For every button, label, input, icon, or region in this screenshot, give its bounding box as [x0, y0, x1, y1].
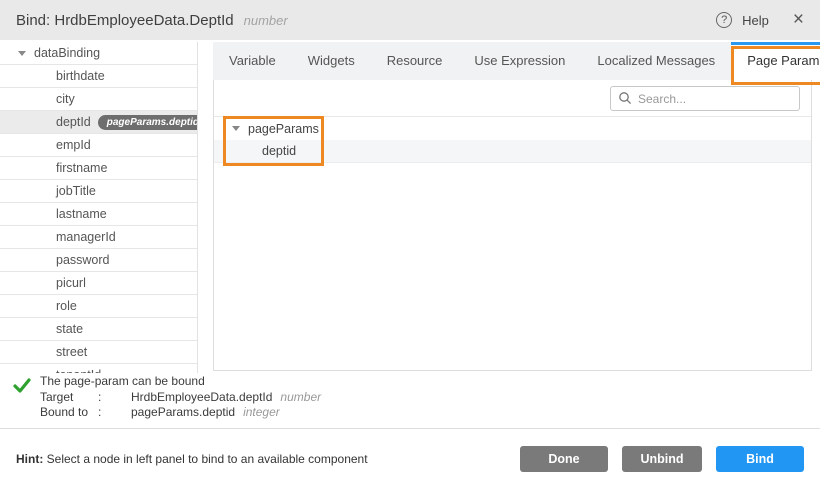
status-target-type: number [280, 390, 321, 404]
tree-item-pageparams[interactable]: pageParams [214, 117, 811, 140]
sidebar-item-street[interactable]: street [0, 341, 197, 364]
page-params-tree: pageParams deptid [214, 117, 811, 163]
status-target-row: Target:HrdbEmployeeData.deptIdnumber [40, 390, 480, 406]
sidebar-item-tenantid[interactable]: tenantId [0, 364, 197, 373]
sidebar-item-city[interactable]: city [0, 88, 197, 111]
bind-dialog: Bind: HrdbEmployeeData.DeptId number ? H… [0, 0, 820, 487]
sidebar-item-lastname[interactable]: lastname [0, 203, 197, 226]
hint-text: Hint: Select a node in left panel to bin… [16, 452, 368, 466]
caret-down-icon[interactable] [18, 51, 26, 56]
active-tab-indicator [731, 42, 820, 45]
status-target-value: HrdbEmployeeData.deptId [131, 390, 272, 404]
tree-item-deptid[interactable]: deptid [214, 140, 811, 163]
sidebar-item-deptid[interactable]: deptId pageParams.deptid [0, 111, 197, 134]
dialog-title: Bind: HrdbEmployeeData.DeptId [16, 12, 234, 29]
status-message: The page-param can be bound [40, 374, 480, 390]
sidebar-item-birthdate[interactable]: birthdate [0, 65, 197, 88]
sidebar-item-managerid[interactable]: managerId [0, 226, 197, 249]
close-icon[interactable]: × [793, 12, 804, 28]
help-button[interactable]: Help [742, 13, 769, 28]
sidebar-item-databinding[interactable]: dataBinding [0, 42, 197, 65]
tab-use-expression[interactable]: Use Expression [458, 42, 581, 80]
dialog-header: Bind: HrdbEmployeeData.DeptId number ? H… [0, 0, 820, 40]
success-check-icon [13, 378, 31, 393]
binding-tree-sidebar: dataBinding birthdate city deptId pagePa… [0, 42, 198, 373]
binding-status: The page-param can be bound Target:HrdbE… [0, 374, 480, 421]
tab-resource[interactable]: Resource [371, 42, 459, 80]
dialog-title-type: number [244, 13, 288, 28]
bound-value-badge: pageParams.deptid [98, 115, 198, 130]
status-boundto-row: Bound to:pageParams.deptidinteger [40, 405, 480, 421]
tab-variable[interactable]: Variable [213, 42, 292, 80]
sidebar-item-firstname[interactable]: firstname [0, 157, 197, 180]
status-boundto-value: pageParams.deptid [131, 405, 235, 419]
sidebar-item-password[interactable]: password [0, 249, 197, 272]
caret-down-icon[interactable] [232, 126, 240, 131]
help-icon[interactable]: ? [716, 12, 732, 28]
tab-widgets[interactable]: Widgets [292, 42, 371, 80]
sidebar-item-role[interactable]: role [0, 295, 197, 318]
sidebar-item-state[interactable]: state [0, 318, 197, 341]
sidebar-item-empid[interactable]: empId [0, 134, 197, 157]
tab-page-params[interactable]: Page Params [731, 42, 820, 80]
page-params-panel: pageParams deptid [213, 80, 812, 371]
search-input[interactable] [610, 86, 800, 111]
done-button[interactable]: Done [520, 446, 608, 472]
unbind-button[interactable]: Unbind [622, 446, 702, 472]
bind-source-tabs: Variable Widgets Resource Use Expression… [213, 42, 812, 80]
tab-localized-messages[interactable]: Localized Messages [581, 42, 731, 80]
sidebar-item-picurl[interactable]: picurl [0, 272, 197, 295]
search-box [610, 86, 800, 111]
footer-divider [0, 428, 820, 429]
bind-button[interactable]: Bind [716, 446, 804, 472]
status-boundto-type: integer [243, 405, 280, 419]
sidebar-item-jobtitle[interactable]: jobTitle [0, 180, 197, 203]
search-row [214, 80, 811, 117]
footer-buttons: Done Unbind Bind [520, 446, 804, 472]
